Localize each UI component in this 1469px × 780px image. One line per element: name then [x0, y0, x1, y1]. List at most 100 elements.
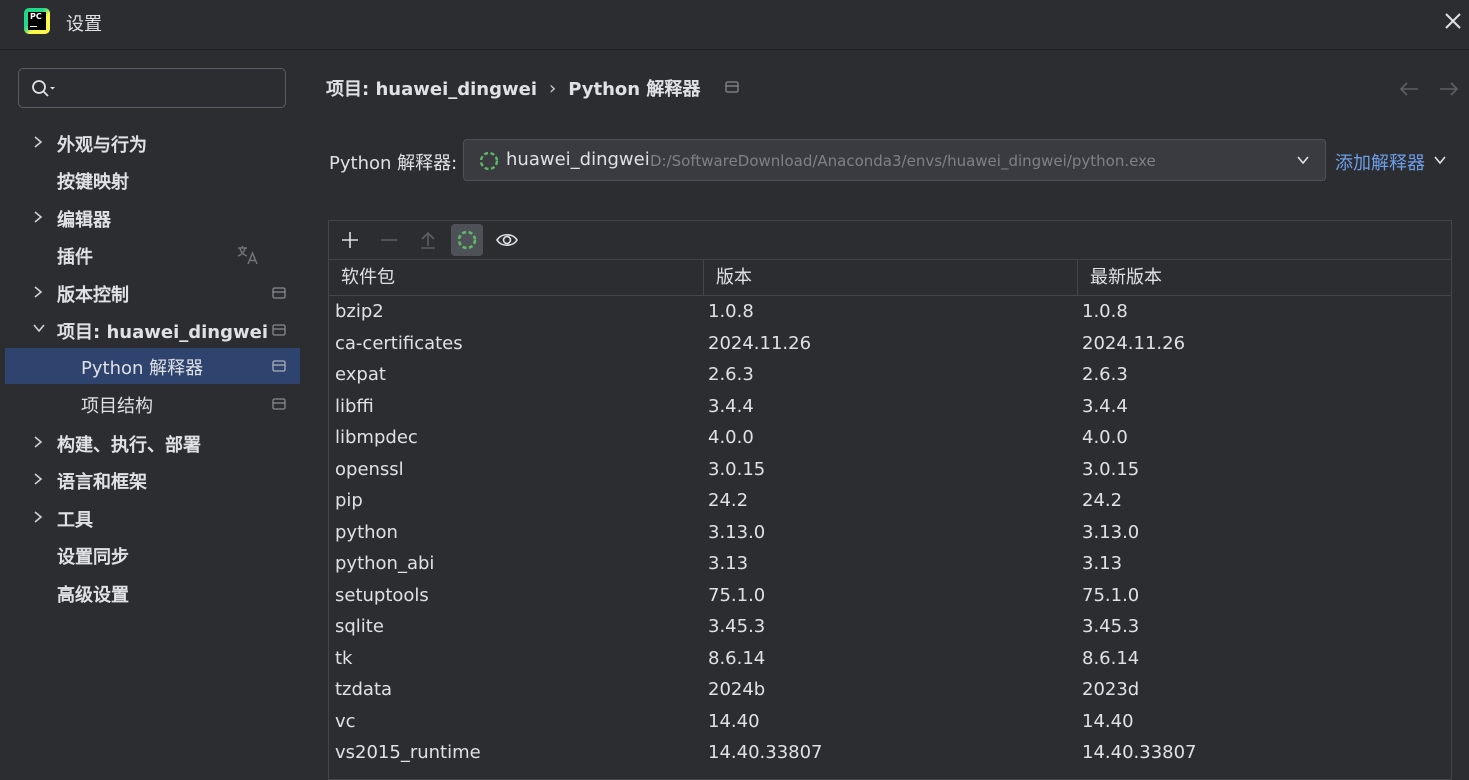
package-name: vs2015_runtime [335, 742, 481, 763]
interpreter-env-path: D:/SoftwareDownload/Anaconda3/envs/huawe… [650, 152, 1156, 170]
package-name: expat [335, 364, 386, 385]
arrow-right-icon[interactable] [1438, 79, 1460, 99]
breadcrumb-project[interactable]: 项目: huawei_dingwei [326, 75, 537, 101]
package-version: 3.4.4 [708, 395, 754, 417]
table-row[interactable]: ca-certificates 2024.11.26 2024.11.26 [329, 329, 1451, 361]
package-latest-version: 4.0.0 [1082, 427, 1128, 448]
sidebar-item-label: 插件 [57, 247, 93, 268]
package-version: 8.6.14 [708, 647, 766, 669]
sidebar-item-tools[interactable]: 工具 [5, 500, 300, 536]
package-name: setuptools [335, 584, 429, 606]
package-version: 3.45.3 [708, 616, 766, 637]
show-early-releases-button[interactable] [490, 224, 522, 256]
sidebar-item-editor[interactable]: 编辑器 [5, 200, 300, 236]
table-row[interactable]: setuptools 75.1.0 75.1.0 [329, 581, 1451, 613]
arrow-left-icon[interactable] [1398, 79, 1420, 99]
column-header-version[interactable]: 版本 [703, 260, 1077, 295]
packages-table-body: bzip2 1.0.8 1.0.8 ca-certificates 2024.11.2… [329, 297, 1451, 770]
package-latest-version: 75.1.0 [1082, 584, 1140, 606]
translate-icon [237, 246, 258, 265]
table-row[interactable]: libffi 3.4.4 3.4.4 [329, 392, 1451, 424]
chevron-right-icon[interactable] [32, 135, 44, 149]
sidebar-item-python-interpreter[interactable]: Python 解释器 [5, 348, 300, 384]
package-version: 3.13.0 [708, 521, 766, 543]
refresh-button[interactable] [451, 224, 483, 256]
search-input[interactable] [67, 75, 281, 103]
settings-sidebar: 外观与行为 按键映射 编辑器 插件 版本控制 项目: huawei_dingwe… [0, 51, 301, 758]
page-icon [724, 81, 739, 93]
package-latest-version: 3.13.0 [1082, 521, 1140, 543]
table-row[interactable]: python_abi 3.13 3.13 [329, 549, 1451, 581]
settings-search-box[interactable] [18, 68, 286, 108]
chevron-down-icon[interactable] [1296, 154, 1310, 166]
interpreter-env-name: huawei_dingwei [506, 149, 650, 170]
package-name: tzdata [335, 679, 393, 700]
package-name: pip [335, 490, 363, 511]
table-row[interactable]: sqlite 3.45.3 3.45.3 [329, 612, 1451, 644]
sidebar-item-appearance[interactable]: 外观与行为 [5, 125, 300, 161]
packages-panel: 软件包 版本 最新版本 bzip2 1.0.8 1.0.8 ca-certifica… [328, 220, 1452, 780]
app-logo: PC [24, 8, 50, 34]
search-icon[interactable] [31, 79, 57, 104]
breadcrumb-current: Python 解释器 [568, 79, 701, 100]
close-button[interactable] [1438, 6, 1468, 36]
table-row[interactable]: python 3.13.0 3.13.0 [329, 518, 1451, 550]
package-latest-version: 14.40 [1082, 710, 1134, 732]
page-icon [272, 324, 286, 336]
table-row[interactable]: bzip2 1.0.8 1.0.8 [329, 297, 1451, 329]
sidebar-item-advanced[interactable]: 高级设置 [5, 575, 300, 611]
sidebar-item-label: 语言和框架 [57, 472, 147, 493]
add-package-button[interactable] [334, 224, 366, 256]
table-row[interactable]: openssl 3.0.15 3.0.15 [329, 455, 1451, 487]
chevron-right-icon[interactable] [32, 435, 44, 449]
table-row[interactable]: vc 14.40 14.40 [329, 707, 1451, 739]
column-header-package[interactable]: 软件包 [329, 260, 703, 295]
interpreter-label: Python 解释器: [329, 153, 458, 174]
interpreter-select[interactable]: huawei_dingwei D:/SoftwareDownload/Anaco… [463, 139, 1326, 181]
table-row[interactable]: vs2015_runtime 14.40.33807 14.40.33807 [329, 738, 1451, 770]
page-icon [272, 287, 286, 299]
table-row[interactable]: pip 24.2 24.2 [329, 486, 1451, 518]
sidebar-item-keymap[interactable]: 按键映射 [5, 162, 300, 198]
package-version: 14.40.33807 [708, 742, 823, 763]
sidebar-item-label: 设置同步 [57, 547, 129, 568]
package-latest-version: 3.0.15 [1082, 458, 1140, 480]
sidebar-item-label: 项目结构 [81, 396, 153, 417]
package-latest-version: 14.40.33807 [1082, 742, 1197, 763]
chevron-down-icon[interactable] [1433, 154, 1447, 166]
eye-icon [496, 233, 518, 247]
window-title: 设置 [66, 14, 102, 35]
package-name: tk [335, 647, 353, 669]
sidebar-item-project[interactable]: 项目: huawei_dingwei [5, 312, 300, 348]
sidebar-item-label: 高级设置 [57, 585, 129, 606]
table-row[interactable]: tzdata 2024b 2023d [329, 675, 1451, 707]
sidebar-item-settings-sync[interactable]: 设置同步 [5, 537, 300, 573]
package-latest-version: 1.0.8 [1082, 301, 1128, 322]
chevron-right-icon[interactable] [32, 472, 44, 486]
package-name: bzip2 [335, 301, 384, 322]
table-row[interactable]: tk 8.6.14 8.6.14 [329, 644, 1451, 676]
package-latest-version: 24.2 [1082, 490, 1123, 511]
package-latest-version: 2.6.3 [1082, 364, 1128, 385]
sidebar-item-project-structure[interactable]: 项目结构 [5, 386, 300, 422]
chevron-down-icon[interactable] [32, 322, 46, 334]
package-latest-version: 3.13 [1082, 553, 1123, 574]
table-row[interactable]: expat 2.6.3 2.6.3 [329, 360, 1451, 392]
sidebar-item-label: 项目: huawei_dingwei [57, 322, 269, 343]
package-name: vc [335, 710, 356, 732]
chevron-right-icon[interactable] [32, 285, 44, 299]
sidebar-item-build[interactable]: 构建、执行、部署 [5, 425, 300, 461]
column-header-latest-version[interactable]: 最新版本 [1077, 260, 1451, 295]
sidebar-item-label: 版本控制 [57, 285, 129, 306]
sidebar-item-label: 编辑器 [57, 210, 111, 231]
chevron-right-icon[interactable] [32, 510, 44, 524]
sidebar-item-languages[interactable]: 语言和框架 [5, 462, 300, 498]
chevron-right-icon[interactable] [32, 210, 44, 224]
add-interpreter-link[interactable]: 添加解释器 [1335, 149, 1425, 175]
table-row[interactable]: libmpdec 4.0.0 4.0.0 [329, 423, 1451, 455]
sidebar-item-vcs[interactable]: 版本控制 [5, 275, 300, 311]
upgrade-package-button[interactable] [412, 224, 444, 256]
remove-package-button[interactable] [373, 224, 405, 256]
sidebar-item-plugins[interactable]: 插件 [5, 237, 300, 273]
sidebar-item-label: 按键映射 [57, 172, 129, 193]
